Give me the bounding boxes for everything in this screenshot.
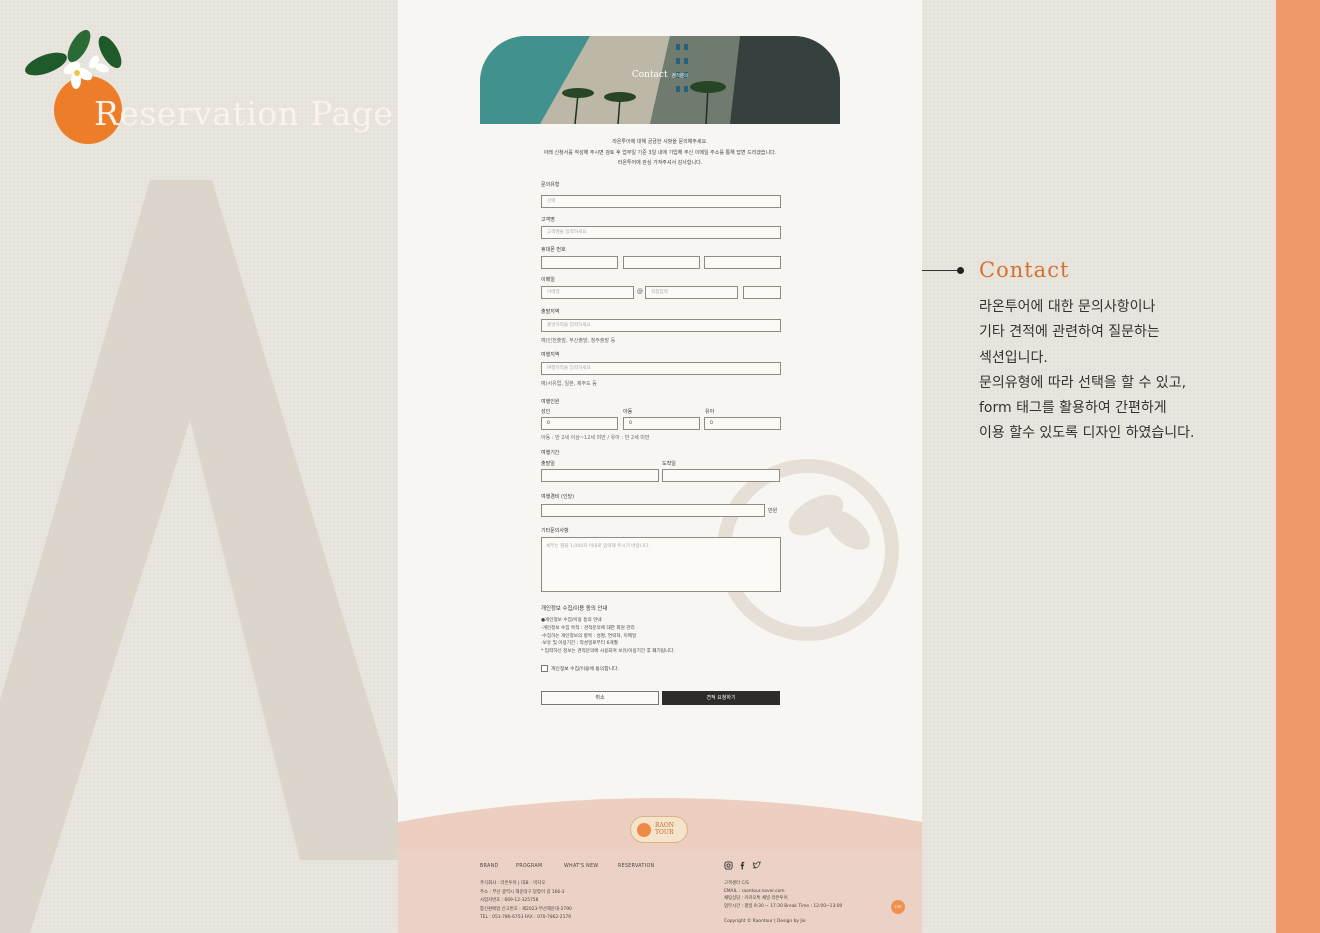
- company-line: 사업자번호 : 669-12-325758: [480, 898, 539, 903]
- intro-line: 아래 신청서를 작성해 주시면 검토 후 업무일 기준 3일 내에 기입해 주신…: [543, 149, 777, 156]
- email-id-input[interactable]: 이메일: [541, 286, 634, 299]
- footer-nav-program[interactable]: PROGRAM: [516, 864, 542, 869]
- twitter-icon[interactable]: [752, 861, 761, 870]
- beach-photo: [480, 36, 840, 124]
- hero-title-text: Contact: [631, 70, 668, 80]
- privacy-agree-label[interactable]: 개인정보 수집/이용에 동의합니다.: [551, 665, 619, 672]
- inquiry-type-label: 문의유형: [541, 182, 560, 188]
- annotation-line-text: form 태그를 활용하여 간편하게: [979, 400, 1167, 417]
- footer-logo[interactable]: RAON TOUR: [630, 816, 688, 843]
- privacy-line: -보유 및 이용기간 : 작성일로부터 6개월: [541, 641, 618, 647]
- footer-logo-text: RAON TOUR: [655, 822, 674, 836]
- privacy-line: -수집하는 개인정보의 항목 : 성명, 연락처, 이메일: [541, 633, 637, 639]
- infant-count-input[interactable]: 0: [704, 417, 781, 430]
- footer-company-info: 주식회사 : 라온투어 | 대표 : 박지오 주소 : 부산 광역시 해운대구 …: [480, 880, 572, 923]
- site-footer: RAON TOUR BRAND PROGRAM WHAT'S NEW RESER…: [398, 790, 922, 933]
- destination-label: 여행지역: [541, 352, 560, 358]
- child-label: 아동: [623, 409, 633, 415]
- phone-label: 휴대폰 번호: [541, 247, 566, 253]
- phone-input-1[interactable]: [541, 256, 618, 269]
- budget-unit: 만원: [768, 508, 778, 514]
- departure-label: 출발지역: [541, 309, 560, 315]
- company-line: 주식회사 : 라온투어 | 대표 : 박지오: [480, 881, 546, 886]
- decorative-letter-a: [0, 180, 398, 933]
- company-line: 주소 : 부산 광역시 해운대구 달맞이 길 166-3: [480, 889, 565, 895]
- arrive-date-input[interactable]: [662, 469, 780, 482]
- privacy-line: ●개인정보 수집/이용 동의 안내: [541, 618, 602, 623]
- submit-quote-button[interactable]: 견적 요청하기: [662, 691, 780, 705]
- departure-input[interactable]: 출발지역을 입력하세요: [541, 319, 781, 332]
- annotation-line-text: 문의유형에 따라 선택을 할 수 있고,: [979, 374, 1187, 391]
- intro-line: 라온투어에 관심 가져주셔서 감사합니다.: [617, 160, 703, 166]
- logo-line: RAON: [655, 822, 675, 829]
- orange-icon: [637, 823, 651, 837]
- destination-input[interactable]: 여행지역을 입력하세요: [541, 362, 781, 375]
- service-line: 고객센터 C/S: [724, 881, 749, 886]
- contact-page-mockup: Contact 견적문의 라온투어에 대해 궁금한 사항을 문의해주세요. 아래 …: [398, 0, 922, 933]
- hero-subtitle: 견적문의: [671, 74, 689, 79]
- hero-banner: Contact 견적문의: [480, 36, 840, 124]
- footer-service-info: 고객센터 C/S EMAIL : raontour.naver.com 채팅상담…: [724, 880, 842, 925]
- depart-date-label: 출발일: [541, 461, 555, 467]
- phone-input-2[interactable]: [623, 256, 700, 269]
- email-at-sign: @: [637, 288, 643, 295]
- budget-label: 여행경비 (인당): [541, 494, 575, 500]
- annotation-line-text: 기타 견적에 관련하여 질문하는: [979, 324, 1160, 341]
- email-domain-select[interactable]: [743, 286, 781, 299]
- period-label: 여행기간: [541, 450, 560, 456]
- footer-nav-whats-new[interactable]: WHAT'S NEW: [564, 864, 598, 869]
- cancel-button[interactable]: 취소: [541, 691, 659, 705]
- privacy-title: 개인정보 수집/이용 동의 안내: [541, 606, 608, 612]
- arrive-date-label: 도착일: [662, 461, 676, 467]
- service-line: 업무시간 : 평일 9:30 ~ 17:30 Break Time : 12:0…: [724, 903, 843, 909]
- inquiry-type-select[interactable]: 선택: [541, 195, 781, 208]
- infant-label: 유아: [705, 409, 715, 415]
- annotation-title: Contact: [979, 258, 1070, 282]
- intro-line: 라온투어에 대해 궁금한 사항을 문의해주세요.: [612, 139, 708, 145]
- travelers-label: 여행인원: [541, 399, 560, 405]
- company-line: TEL : 051-786-6753 FAX : 070-7862-2179: [480, 915, 571, 920]
- travelers-hint: 아동 : 만 2세 이상~12세 미만 / 유아 : 만 2세 미만: [541, 435, 650, 441]
- privacy-line: -개인정보 수집 목적 : 견적문의에 대한 회원 관리: [541, 625, 635, 631]
- board-title: Reservation Page: [94, 94, 394, 133]
- depart-date-input[interactable]: [541, 469, 659, 482]
- other-inquiry-label: 기타문의사항: [541, 528, 569, 534]
- budget-input[interactable]: [541, 504, 765, 517]
- name-label: 고객명: [541, 217, 555, 223]
- name-input[interactable]: 고객명을 입력하세요: [541, 226, 781, 239]
- privacy-agree-checkbox[interactable]: [541, 665, 548, 672]
- privacy-line: * 입력하신 정보는 견적문의에 사용되며 보유/이용기간 후 폐기됩니다.: [541, 649, 675, 655]
- hero-title: Contact 견적문의: [480, 70, 840, 80]
- annotation-line: [922, 270, 958, 271]
- annotation-line-text: 라온투어에 대한 문의사항이나: [979, 299, 1156, 315]
- annotation-line-text: 섹션입니다.: [979, 349, 1048, 366]
- footer-background: [398, 798, 922, 933]
- destination-hint: 예)서유럽, 일본, 제주도 등: [541, 381, 597, 387]
- footer-nav-reservation[interactable]: RESERVATION: [618, 864, 654, 869]
- annotation-line-text: 이용 할수 있도록 디자인 하였습니다.: [979, 425, 1195, 442]
- annotation-text: 라온투어에 대한 문의사항이나 기타 견적에 관련하여 질문하는 섹션입니다. …: [979, 295, 1279, 447]
- annotation-dot: [957, 267, 964, 274]
- service-line: 채팅상담 : 카카오톡 채널 라온투어: [724, 896, 788, 901]
- other-inquiry-textarea[interactable]: 세부는 별을 1,000자 이내로 입력해 주시기 바랍니다.: [541, 537, 781, 592]
- service-line: [724, 910, 842, 918]
- copyright: Copyright © Raontour | Design by Jio: [724, 918, 806, 924]
- intro-text: 라온투어에 대해 궁금한 사항을 문의해주세요. 아래 신청서를 작성해 주시면…: [398, 137, 922, 169]
- adult-count-input[interactable]: 0: [541, 417, 618, 430]
- service-line: EMAIL : raontour.naver.com: [724, 888, 785, 894]
- email-label: 이메일: [541, 277, 555, 283]
- adult-label: 성인: [541, 409, 551, 415]
- privacy-notice: ●개인정보 수집/이용 동의 안내 -개인정보 수집 목적 : 견적문의에 대한…: [541, 617, 675, 656]
- instagram-icon[interactable]: [724, 861, 733, 870]
- company-line: 통신판매업 신고번호 : 제2023-부산해운대-2790: [480, 906, 572, 912]
- logo-line: TOUR: [655, 829, 674, 836]
- email-domain-input[interactable]: 직접입력: [645, 286, 738, 299]
- phone-input-3[interactable]: [704, 256, 781, 269]
- footer-nav-brand[interactable]: BRAND: [480, 864, 499, 869]
- child-count-input[interactable]: 0: [623, 417, 700, 430]
- accent-strip: [1276, 0, 1320, 933]
- departure-hint: 예)인천출발, 부산출발, 청주출발 등: [541, 338, 616, 344]
- scroll-top-button[interactable]: TOP: [891, 900, 905, 914]
- facebook-icon[interactable]: [738, 861, 747, 870]
